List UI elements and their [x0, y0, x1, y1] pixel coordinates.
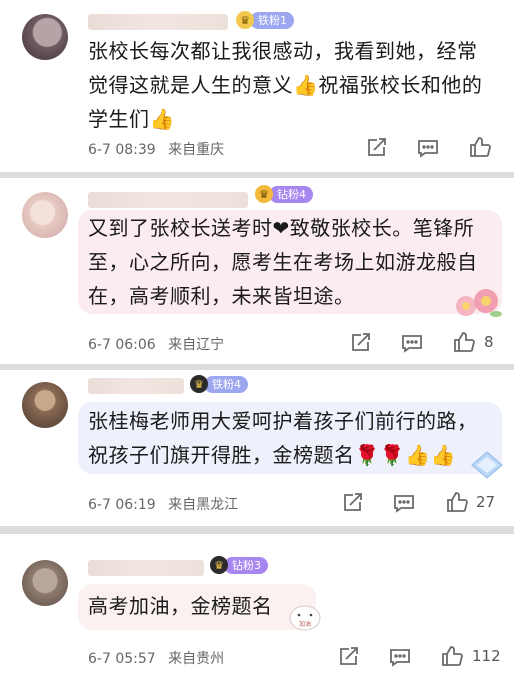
- bear-sticker-icon: 加油: [289, 605, 321, 631]
- comment-date: 6-7 08:39: [88, 142, 156, 158]
- share-icon[interactable]: [336, 645, 360, 669]
- comment-icon[interactable]: [392, 491, 416, 515]
- like-icon[interactable]: [468, 135, 492, 159]
- fan-badge: ♛ 铁粉1: [236, 11, 294, 29]
- comment-icon[interactable]: [416, 136, 440, 160]
- comment-date: 6-7 06:06: [88, 337, 156, 353]
- comment-location: 来自辽宁: [168, 337, 225, 353]
- crown-icon: ♛: [236, 11, 254, 29]
- like-count: 27: [476, 493, 496, 511]
- comment-location: 来自贵州: [168, 651, 225, 667]
- comment-card: ♛ 钻粉3 高考加油，金榜题名 加油 6-7 05:57 来自贵州 112: [0, 534, 514, 683]
- fan-badge: ♛ 钻粉3: [210, 556, 268, 574]
- comment-icon[interactable]: [388, 645, 412, 669]
- username[interactable]: [88, 378, 184, 394]
- comment-text: 又到了张校长送考时❤致敬张校长。笔锋所 至，心之所向，愿考生在考场上如游龙般自 …: [88, 216, 478, 308]
- comment-card: ♛ 铁粉1 张校长每次都让我很感动，我看到她，经常 觉得这就是人生的意义👍祝福张…: [0, 0, 514, 172]
- comment-location: 来自黑龙江: [168, 497, 239, 513]
- crown-icon: ♛: [255, 185, 273, 203]
- comment-location: 来自重庆: [168, 142, 225, 158]
- share-icon[interactable]: [348, 331, 372, 355]
- avatar[interactable]: [22, 14, 68, 60]
- like-count: 8: [484, 333, 494, 351]
- svg-text:加油: 加油: [299, 620, 311, 628]
- fan-badge: ♛ 钻粉4: [255, 185, 313, 203]
- avatar[interactable]: [22, 560, 68, 606]
- flower-sticker-icon: [456, 289, 502, 317]
- avatar[interactable]: [22, 382, 68, 428]
- username[interactable]: [88, 14, 228, 30]
- crown-icon: ♛: [210, 556, 228, 574]
- diamond-sticker-icon: [471, 451, 503, 479]
- comment-meta: 6-7 06:06 来自辽宁: [88, 334, 224, 354]
- comment-meta: 6-7 06:19 来自黑龙江: [88, 494, 238, 514]
- comment-text: 高考加油，金榜题名: [88, 594, 273, 618]
- comment-card: ♛ 钻粉4 又到了张校长送考时❤致敬张校长。笔锋所 至，心之所向，愿考生在考场上…: [0, 178, 514, 364]
- comment-icon[interactable]: [400, 331, 424, 355]
- comment-text: 张桂梅老师用大爱呵护着孩子们前行的路， 祝孩子们旗开得胜，金榜题名🌹🌹👍👍: [88, 409, 478, 467]
- comment-meta: 6-7 05:57 来自贵州: [88, 648, 224, 668]
- share-icon[interactable]: [364, 136, 388, 160]
- comment-meta: 6-7 08:39 来自重庆: [88, 139, 224, 159]
- username[interactable]: [88, 192, 248, 208]
- like-icon[interactable]: [445, 490, 469, 514]
- comment-date: 6-7 06:19: [88, 497, 156, 513]
- username[interactable]: [88, 560, 204, 576]
- fan-badge: ♛ 铁粉4: [190, 375, 248, 393]
- like-count: 112: [472, 647, 501, 665]
- crown-icon: ♛: [190, 375, 208, 393]
- comment-card: ♛ 铁粉4 张桂梅老师用大爱呵护着孩子们前行的路， 祝孩子们旗开得胜，金榜题名🌹…: [0, 370, 514, 526]
- like-icon[interactable]: [452, 330, 476, 354]
- avatar[interactable]: [22, 192, 68, 238]
- like-icon[interactable]: [440, 644, 464, 668]
- share-icon[interactable]: [340, 491, 364, 515]
- comment-date: 6-7 05:57: [88, 651, 156, 667]
- comment-text: 张校长每次都让我很感动，我看到她，经常 觉得这就是人生的意义👍祝福张校长和他的 …: [88, 39, 483, 131]
